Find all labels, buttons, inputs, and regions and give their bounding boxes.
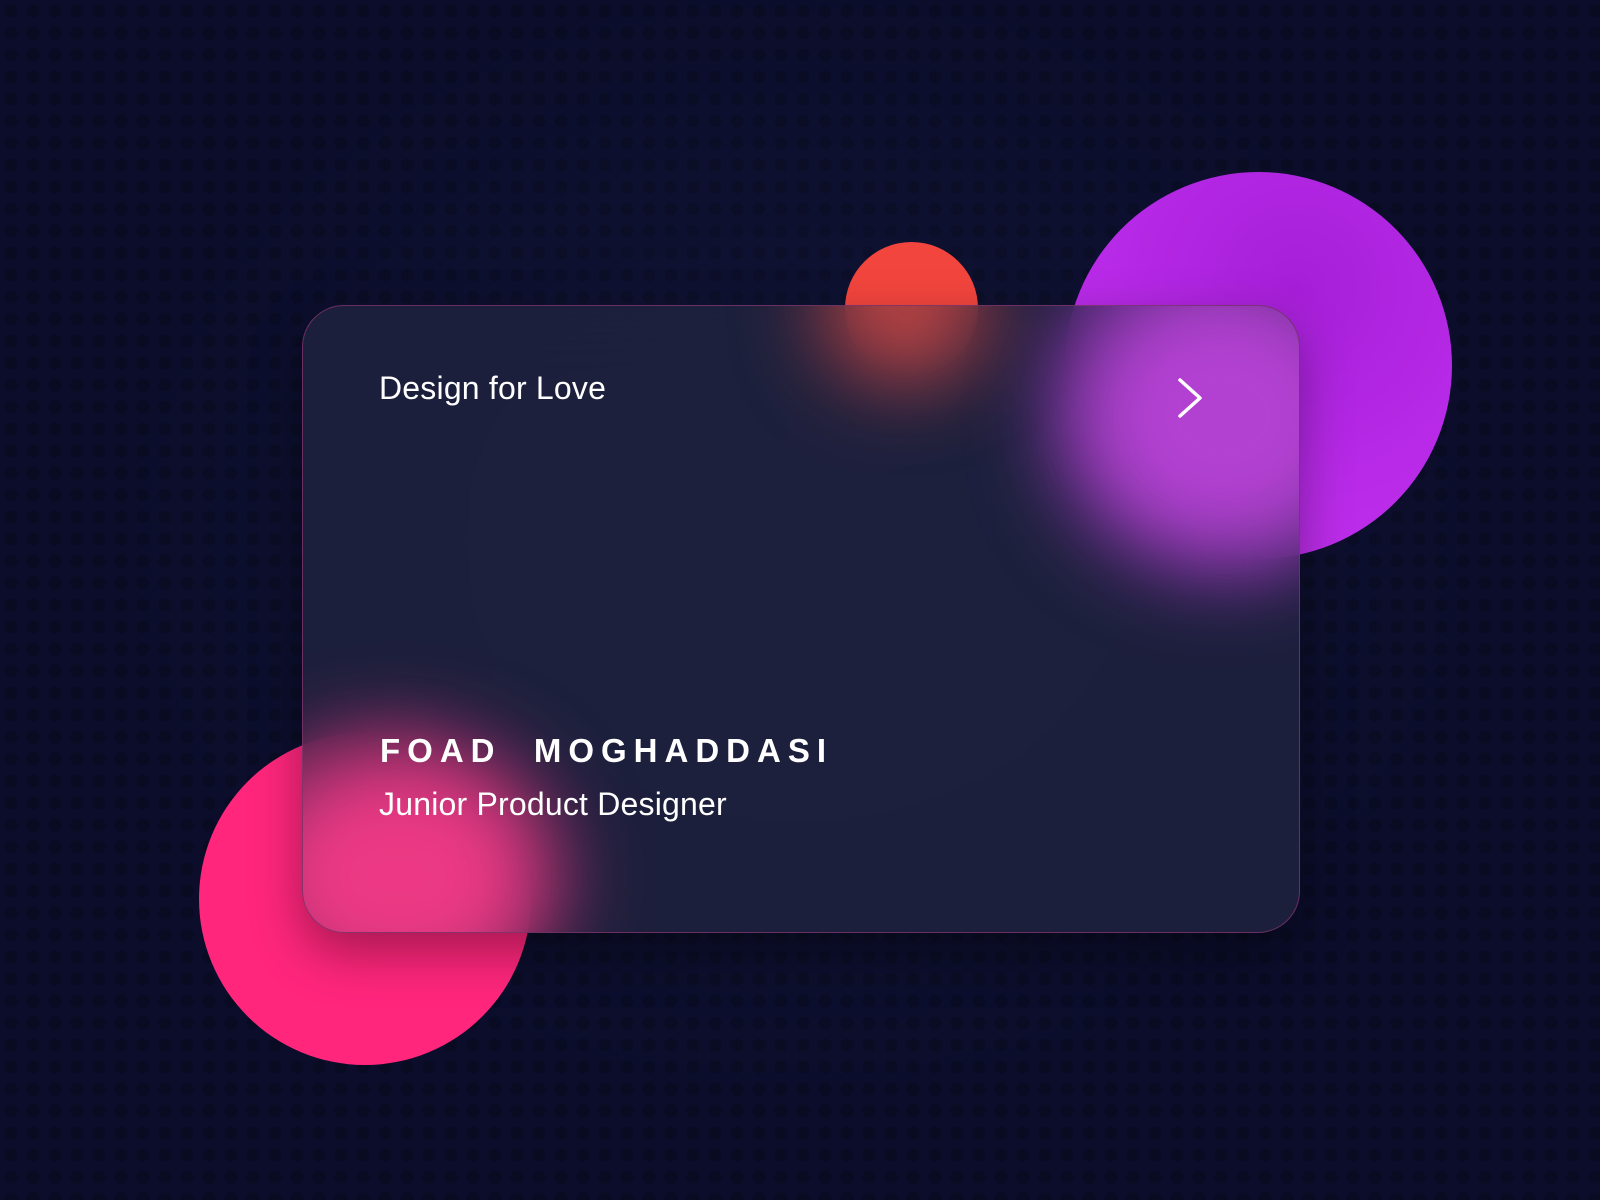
red-glow xyxy=(823,306,983,376)
last-name: MOGHADDASI xyxy=(533,732,834,769)
next-button[interactable] xyxy=(1163,371,1217,425)
chevron-right-icon xyxy=(1178,378,1202,418)
first-name: FOAD xyxy=(380,732,502,769)
card-tagline: Design for Love xyxy=(379,370,607,406)
job-title: Junior Product Designer xyxy=(379,786,727,822)
person-name: FOAD MOGHADDASI xyxy=(380,732,833,770)
purple-glow xyxy=(1063,306,1299,566)
pink-glow xyxy=(303,746,553,932)
glass-profile-card: Design for Love FOAD MOGHADDASI Junior P… xyxy=(302,305,1300,933)
